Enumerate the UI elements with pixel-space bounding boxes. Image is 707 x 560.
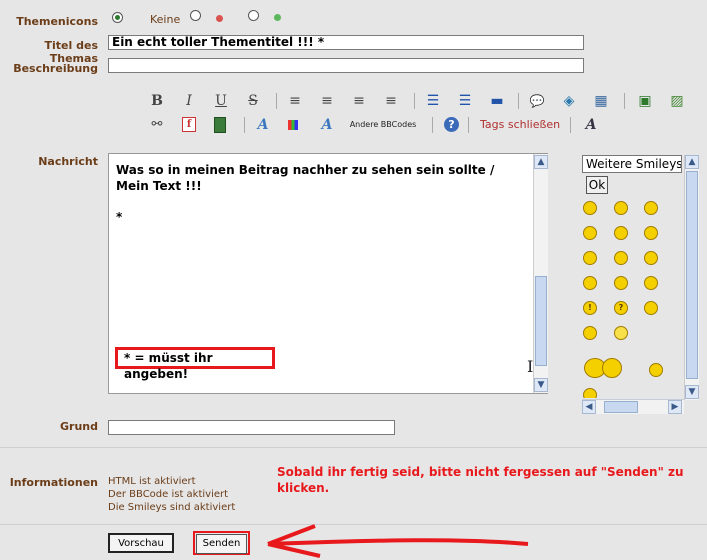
title-input[interactable]: Ein echt toller Thementitel !!! * bbox=[108, 35, 584, 50]
smiley-grin-icon[interactable] bbox=[583, 201, 597, 215]
toolbar-separator bbox=[276, 93, 277, 109]
smiley-hscrollbar[interactable]: ◀ ▶ bbox=[582, 399, 684, 414]
italic-icon[interactable]: I bbox=[180, 92, 198, 110]
green-dot-icon bbox=[274, 14, 281, 21]
scroll-thumb[interactable] bbox=[535, 276, 547, 366]
smiley-sad-icon[interactable] bbox=[583, 226, 597, 240]
send-button[interactable]: Senden bbox=[196, 534, 247, 554]
image-icon[interactable]: ▨ bbox=[668, 92, 686, 110]
themeicon-none-label: Keine bbox=[150, 13, 181, 26]
required-note: * = müsst ihr angeben! bbox=[115, 347, 275, 381]
smiley-scroll-up-button[interactable]: ▲ bbox=[685, 155, 699, 169]
toolbar-separator bbox=[468, 117, 469, 133]
underline-icon[interactable]: U bbox=[212, 92, 230, 110]
smiley-confused-icon[interactable] bbox=[583, 276, 597, 290]
bullet-list-icon[interactable]: ☰ bbox=[424, 92, 442, 110]
smiley-scrollbar[interactable]: ▲ ▼ bbox=[684, 155, 699, 400]
smiley-idea-icon[interactable] bbox=[644, 301, 658, 315]
smiley-laugh-icon[interactable] bbox=[583, 251, 597, 265]
editor-scrollbar[interactable]: ▲ ▼ bbox=[533, 154, 548, 393]
smiley-scroll-left-button[interactable]: ◀ bbox=[582, 400, 596, 414]
description-label: Beschreibung bbox=[13, 62, 98, 75]
table-icon[interactable]: ▦ bbox=[592, 92, 610, 110]
align-left-icon[interactable]: ≡ bbox=[286, 92, 304, 110]
toolbar-separator bbox=[244, 117, 245, 133]
smiley-blank-icon[interactable] bbox=[614, 326, 628, 340]
toolbar-separator bbox=[414, 93, 415, 109]
preview-button[interactable]: Vorschau bbox=[108, 533, 174, 553]
themeicon-none-radio[interactable] bbox=[112, 12, 123, 23]
info-html: HTML ist aktiviert bbox=[108, 476, 196, 487]
red-arrow-annotation bbox=[267, 524, 529, 558]
smiley-grid: ! ? bbox=[580, 198, 683, 401]
help-icon[interactable]: ? bbox=[444, 117, 459, 132]
send-reminder-annotation: Sobald ihr fertig seid, bitte nicht ferg… bbox=[277, 465, 684, 495]
toolbar-separator bbox=[432, 117, 433, 133]
toolbar-separator bbox=[624, 93, 625, 109]
other-bbcodes-button[interactable]: Andere BBCodes bbox=[346, 117, 420, 133]
smileys-ok-button[interactable]: Ok bbox=[586, 176, 608, 194]
horizontal-rule-icon[interactable]: ▬ bbox=[488, 92, 506, 110]
red-dot-icon bbox=[216, 15, 223, 22]
smiley-neutral-icon[interactable] bbox=[614, 226, 628, 240]
smiley-cool-icon[interactable] bbox=[644, 226, 658, 240]
bold-icon[interactable]: B bbox=[148, 92, 166, 110]
link-icon[interactable]: ⚯ bbox=[148, 116, 166, 134]
editor-line-1: Was so in meinen Beitrag nachher zu sehe… bbox=[116, 163, 495, 177]
reason-label: Grund bbox=[60, 420, 98, 433]
editor-line-2: Mein Text !!! bbox=[116, 179, 202, 193]
color-icon[interactable] bbox=[288, 120, 298, 130]
quote-icon[interactable]: 💬 bbox=[528, 92, 546, 110]
editor-line-3: * bbox=[116, 210, 123, 224]
video-icon[interactable] bbox=[214, 117, 226, 133]
flash-icon[interactable]: f bbox=[182, 117, 196, 132]
reason-input[interactable] bbox=[108, 420, 395, 435]
info-smileys: Die Smileys sind aktiviert bbox=[108, 502, 236, 513]
smiley-hscroll-thumb[interactable] bbox=[604, 401, 638, 413]
smiley-oops-icon[interactable] bbox=[649, 363, 663, 377]
smiley-exclaim-icon[interactable]: ! bbox=[583, 301, 597, 315]
themeicon-green-radio[interactable] bbox=[248, 10, 259, 21]
scroll-up-button[interactable]: ▲ bbox=[534, 155, 548, 169]
info-label: Informationen bbox=[9, 476, 98, 489]
smiley-tongue-icon[interactable] bbox=[614, 251, 628, 265]
smiley-pacman-icon[interactable] bbox=[583, 326, 597, 340]
smiley-scroll-right-button[interactable]: ▶ bbox=[668, 400, 682, 414]
toolbar-separator bbox=[570, 117, 571, 133]
smiley-group-2-icon[interactable] bbox=[602, 358, 622, 378]
smiley-question-icon[interactable]: ? bbox=[614, 301, 628, 315]
insert-window-icon[interactable]: ▣ bbox=[636, 92, 654, 110]
message-label: Nachricht bbox=[38, 155, 98, 168]
smiley-angry-icon[interactable] bbox=[644, 201, 658, 215]
align-right-icon[interactable]: ≡ bbox=[350, 92, 368, 110]
smiley-surprised-icon[interactable] bbox=[614, 276, 628, 290]
section-divider bbox=[0, 447, 707, 448]
close-tags-button[interactable]: Tags schließen bbox=[480, 118, 560, 131]
code-icon[interactable]: ◈ bbox=[560, 92, 578, 110]
themeicons-label: Themenicons bbox=[16, 15, 98, 28]
smiley-wink-icon[interactable] bbox=[644, 251, 658, 265]
themeicon-red-radio[interactable] bbox=[190, 10, 201, 21]
smiley-smile-icon[interactable] bbox=[614, 201, 628, 215]
smiley-scroll-thumb[interactable] bbox=[686, 171, 698, 379]
toolbar-separator bbox=[518, 93, 519, 109]
strikethrough-icon[interactable]: S bbox=[244, 92, 262, 110]
description-input[interactable] bbox=[108, 58, 584, 73]
numbered-list-icon[interactable]: ☰ bbox=[456, 92, 474, 110]
align-justify-icon[interactable]: ≡ bbox=[382, 92, 400, 110]
smiley-happy-icon[interactable] bbox=[644, 276, 658, 290]
font-size-icon[interactable]: A bbox=[318, 116, 336, 134]
smiley-scroll-down-button[interactable]: ▼ bbox=[685, 385, 699, 399]
scroll-down-button[interactable]: ▼ bbox=[534, 378, 548, 392]
align-center-icon[interactable]: ≡ bbox=[318, 92, 336, 110]
smileys-select[interactable]: Weitere Smileys bbox=[582, 155, 682, 173]
font-icon[interactable]: A bbox=[254, 116, 272, 134]
info-bbcode: Der BBCode ist aktiviert bbox=[108, 489, 229, 500]
remove-format-icon[interactable]: A bbox=[582, 116, 600, 134]
message-editor[interactable]: Was so in meinen Beitrag nachher zu sehe… bbox=[108, 153, 548, 394]
